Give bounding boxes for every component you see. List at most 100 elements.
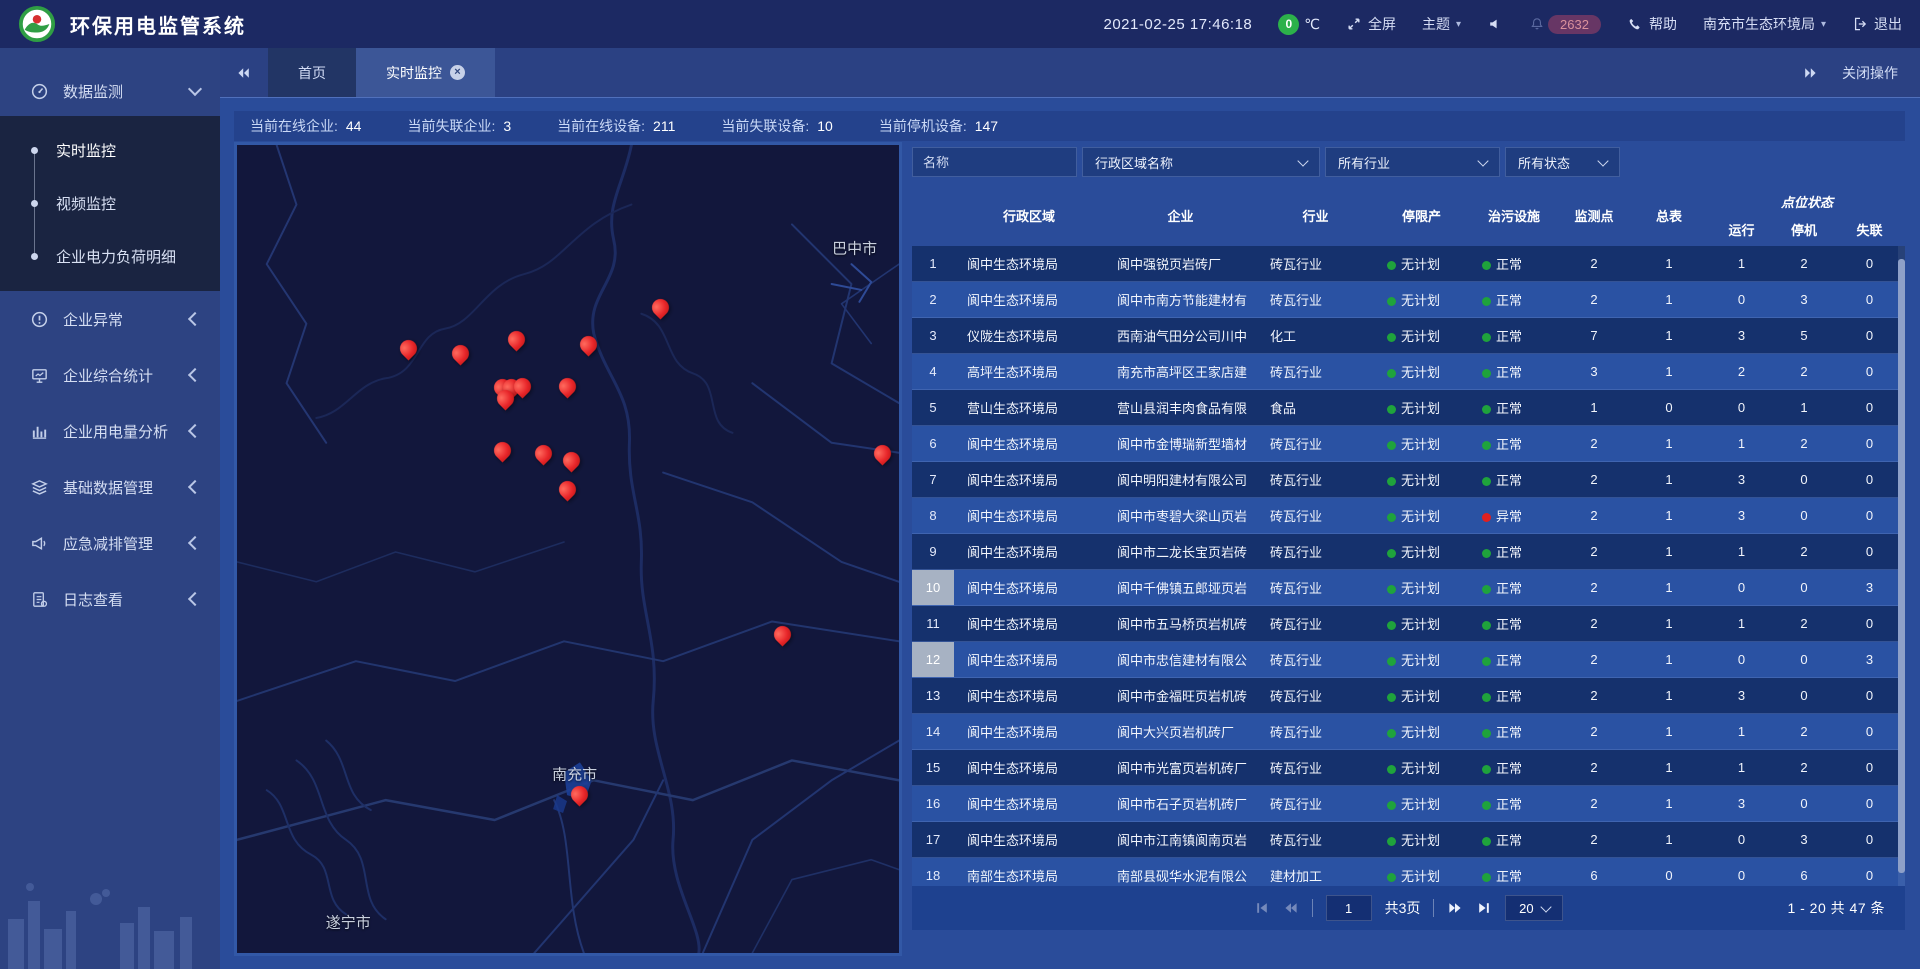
scroll-tabs-right-button[interactable] [1802, 65, 1818, 81]
sidebar-item-7[interactable]: 日志查看 [0, 571, 220, 627]
cell-industry: 砖瓦行业 [1257, 650, 1374, 669]
cell-company: 阆中千佛镇五郎垭页岩 [1104, 578, 1257, 597]
cell-region: 阆中生态环境局 [954, 686, 1104, 705]
sidebar-item-2[interactable]: 企业异常 [0, 291, 220, 347]
cell-monitor: 2 [1559, 760, 1629, 775]
name-filter-input[interactable] [912, 147, 1077, 177]
table-row[interactable]: 16阆中生态环境局阆中市石子页岩机砖厂砖瓦行业无计划正常21300 [912, 786, 1905, 822]
sidebar-subitem-1[interactable]: 实时监控 [0, 124, 220, 177]
table-row[interactable]: 8阆中生态环境局阆中市枣碧大梁山页岩砖瓦行业无计划异常21300 [912, 498, 1905, 534]
cell-region: 南部生态环境局 [954, 866, 1104, 885]
tab-home[interactable]: 首页 [268, 48, 356, 97]
help-button[interactable]: 帮助 [1627, 14, 1677, 34]
table-row[interactable]: 18南部生态环境局南部县砚华水泥有限公建材加工无计划正常60060 [912, 858, 1905, 886]
tab-realtime-monitor[interactable]: 实时监控 × [356, 48, 495, 97]
cell-monitor: 2 [1559, 292, 1629, 307]
cell-total: 1 [1629, 580, 1709, 595]
table-row[interactable]: 7阆中生态环境局阆中明阳建材有限公司砖瓦行业无计划正常21300 [912, 462, 1905, 498]
cell-monitor: 2 [1559, 508, 1629, 523]
cell-monitor: 2 [1559, 256, 1629, 271]
cell-row-number: 8 [912, 498, 954, 533]
cell-stop: 2 [1774, 256, 1834, 271]
cell-region: 仪陇生态环境局 [954, 326, 1104, 345]
cell-plan: 无计划 [1374, 722, 1469, 741]
sidebar-item-3[interactable]: 企业综合统计 [0, 347, 220, 403]
table-row[interactable]: 17阆中生态环境局阆中市江南镇阆南页岩砖瓦行业无计划正常21030 [912, 822, 1905, 858]
cell-lost: 0 [1834, 760, 1905, 775]
cell-monitor: 2 [1559, 544, 1629, 559]
volume-button[interactable] [1487, 16, 1503, 32]
cell-run: 1 [1709, 256, 1774, 271]
header-run: 运行 [1709, 220, 1774, 239]
layers-icon [30, 478, 49, 497]
cell-total: 0 [1629, 868, 1709, 883]
scroll-tabs-left-button[interactable] [220, 48, 268, 97]
table-row[interactable]: 5营山生态环境局营山县润丰肉食品有限食品无计划正常10010 [912, 390, 1905, 426]
table-row[interactable]: 11阆中生态环境局阆中市五马桥页岩机砖砖瓦行业无计划正常21120 [912, 606, 1905, 642]
cell-run: 0 [1709, 400, 1774, 415]
next-page-icon [1447, 900, 1463, 916]
sidebar-item-6[interactable]: 应急减排管理 [0, 515, 220, 571]
header-point-status: 点位状态 [1709, 192, 1905, 211]
cell-company: 阆中市忠信建材有限公 [1104, 650, 1257, 669]
theme-button[interactable]: 主题▾ [1422, 14, 1461, 34]
scrollbar-thumb[interactable] [1898, 259, 1905, 873]
table-row[interactable]: 15阆中生态环境局阆中市光富页岩机砖厂砖瓦行业无计划正常21120 [912, 750, 1905, 786]
status-dot-green [1482, 477, 1491, 486]
page-size-select[interactable]: 20 [1505, 895, 1563, 921]
logout-button[interactable]: 退出 [1852, 14, 1902, 34]
chevron-down-icon [1540, 901, 1551, 912]
cell-lost: 0 [1834, 508, 1905, 523]
table-row[interactable]: 14阆中生态环境局阆中大兴页岩机砖厂砖瓦行业无计划正常21120 [912, 714, 1905, 750]
cell-monitor: 2 [1559, 652, 1629, 667]
stat-value: 3 [503, 118, 511, 134]
notifications[interactable]: 2632 [1529, 15, 1601, 34]
status-dot-green [1482, 729, 1491, 738]
table-row[interactable]: 12阆中生态环境局阆中市忠信建材有限公砖瓦行业无计划正常21003 [912, 642, 1905, 678]
sidebar-subitem-3[interactable]: 企业电力负荷明细 [0, 230, 220, 283]
status-dot-green [1387, 873, 1396, 882]
org-selector[interactable]: 南充市生态环境局▾ [1703, 14, 1826, 34]
sidebar-item-4[interactable]: 企业用电量分析 [0, 403, 220, 459]
table-row[interactable]: 2阆中生态环境局阆中市南方节能建材有砖瓦行业无计划正常21030 [912, 282, 1905, 318]
status-dot-green [1482, 261, 1491, 270]
status-dot-green [1482, 873, 1491, 882]
sidebar-item-5[interactable]: 基础数据管理 [0, 459, 220, 515]
chevron-down-icon [1477, 155, 1488, 166]
region-filter-select[interactable]: 行政区域名称 [1082, 147, 1320, 177]
cell-industry: 砖瓦行业 [1257, 470, 1374, 489]
cell-region: 阆中生态环境局 [954, 254, 1104, 273]
sidebar-item-1[interactable]: 数据监测 [0, 66, 220, 116]
table-row[interactable]: 6阆中生态环境局阆中市金博瑞新型墙材砖瓦行业无计划正常21120 [912, 426, 1905, 462]
table-row[interactable]: 9阆中生态环境局阆中市二龙长宝页岩砖砖瓦行业无计划正常21120 [912, 534, 1905, 570]
first-page-button[interactable] [1254, 900, 1270, 916]
cell-plan: 无计划 [1374, 614, 1469, 633]
sidebar-subitem-2[interactable]: 视频监控 [0, 177, 220, 230]
cell-plan: 无计划 [1374, 254, 1469, 273]
close-tab-icon[interactable]: × [450, 65, 465, 80]
header-row-number [912, 185, 954, 246]
cell-plan: 无计划 [1374, 578, 1469, 597]
industry-filter-value: 所有行业 [1338, 153, 1471, 172]
cell-monitor: 2 [1559, 580, 1629, 595]
table-row[interactable]: 4高坪生态环境局南充市高坪区王家店建砖瓦行业无计划正常31220 [912, 354, 1905, 390]
table-row[interactable]: 13阆中生态环境局阆中市金福旺页岩机砖砖瓦行业无计划正常21300 [912, 678, 1905, 714]
stat-label: 当前失联设备: [721, 116, 809, 136]
table-row[interactable]: 3仪陇生态环境局西南油气田分公司川中化工无计划正常71350 [912, 318, 1905, 354]
status-filter-select[interactable]: 所有状态 [1505, 147, 1620, 177]
prev-page-button[interactable] [1283, 900, 1299, 916]
status-dot-green [1482, 297, 1491, 306]
page-number-input[interactable] [1326, 895, 1372, 921]
close-operations-button[interactable]: 关闭操作 [1842, 63, 1898, 83]
fullscreen-button[interactable]: 全屏 [1346, 14, 1396, 34]
status-dot-green [1387, 621, 1396, 630]
map[interactable] [237, 145, 899, 953]
table-row[interactable]: 1阆中生态环境局阆中强锐页岩砖厂砖瓦行业无计划正常21120 [912, 246, 1905, 282]
status-dot-green [1387, 441, 1396, 450]
table-scrollbar[interactable] [1898, 246, 1905, 886]
table-row[interactable]: 10阆中生态环境局阆中千佛镇五郎垭页岩砖瓦行业无计划正常21003 [912, 570, 1905, 606]
industry-filter-select[interactable]: 所有行业 [1325, 147, 1500, 177]
cell-row-number: 12 [912, 642, 954, 677]
next-page-button[interactable] [1447, 900, 1463, 916]
last-page-button[interactable] [1476, 900, 1492, 916]
